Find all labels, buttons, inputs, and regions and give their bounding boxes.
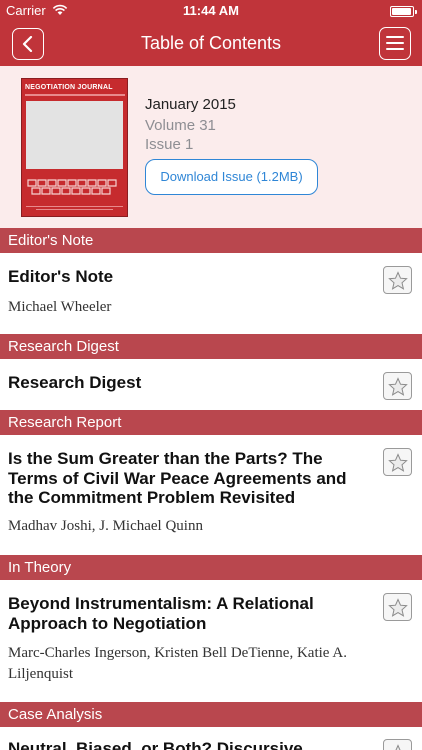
issue-date: January 2015 <box>145 96 236 113</box>
status-bar: Carrier 11:44 AM <box>0 0 422 22</box>
article-row[interactable]: Research Digest <box>0 359 422 410</box>
section-header-research-report: Research Report <box>0 410 422 435</box>
issue-number: Issue 1 <box>145 136 194 153</box>
star-icon <box>388 453 408 472</box>
article-title: Neutral, Biased, or Both? Discursive <box>8 739 303 750</box>
article-authors: Madhav Joshi, J. Michael Quinn <box>8 518 203 534</box>
download-issue-button[interactable]: Download Issue (1.2MB) <box>145 159 318 195</box>
section-header-in-theory: In Theory <box>0 555 422 580</box>
cover-title: NEGOTIATION JOURNAL <box>25 84 113 91</box>
issue-header: NEGOTIATION JOURNAL January 2015 Volume … <box>0 66 422 228</box>
star-icon <box>388 271 408 290</box>
section-header-case-analysis: Case Analysis <box>0 702 422 727</box>
navigation-bar: Table of Contents <box>0 22 422 66</box>
favorite-button[interactable] <box>383 266 412 294</box>
page-title: Table of Contents <box>140 33 282 53</box>
article-authors: Marc-Charles Ingerson, Kristen Bell DeTi… <box>8 645 347 682</box>
clock: 11:44 AM <box>183 3 239 18</box>
article-title: Editor's Note <box>8 267 114 286</box>
favorite-button[interactable] <box>383 593 412 621</box>
cover-pattern <box>27 179 117 195</box>
favorite-button[interactable] <box>383 739 412 750</box>
menu-button[interactable] <box>379 27 411 60</box>
star-icon <box>395 744 401 750</box>
section-header-editors-note: Editor's Note <box>0 228 422 253</box>
article-row[interactable]: Beyond Instrumentalism: A Relational App… <box>0 580 422 702</box>
favorite-button[interactable] <box>383 372 412 400</box>
issue-volume: Volume 31 <box>145 117 216 134</box>
article-authors: Michael Wheeler <box>8 299 112 315</box>
section-header-research-digest: Research Digest <box>0 334 422 359</box>
article-title: Beyond Instrumentalism: A Relational App… <box>8 594 314 633</box>
article-title: Is the Sum Greater than the Parts? The T… <box>8 449 347 507</box>
star-icon <box>388 377 408 396</box>
issue-cover-image[interactable]: NEGOTIATION JOURNAL <box>21 78 128 217</box>
battery-icon <box>390 6 417 17</box>
article-title: Research Digest <box>8 373 142 392</box>
article-row[interactable]: Is the Sum Greater than the Parts? The T… <box>0 435 422 555</box>
article-row[interactable]: Editor's Note Michael Wheeler <box>0 253 422 333</box>
article-row[interactable]: Neutral, Biased, or Both? Discursive <box>0 727 422 750</box>
star-icon <box>388 598 408 617</box>
favorite-button[interactable] <box>383 448 412 476</box>
